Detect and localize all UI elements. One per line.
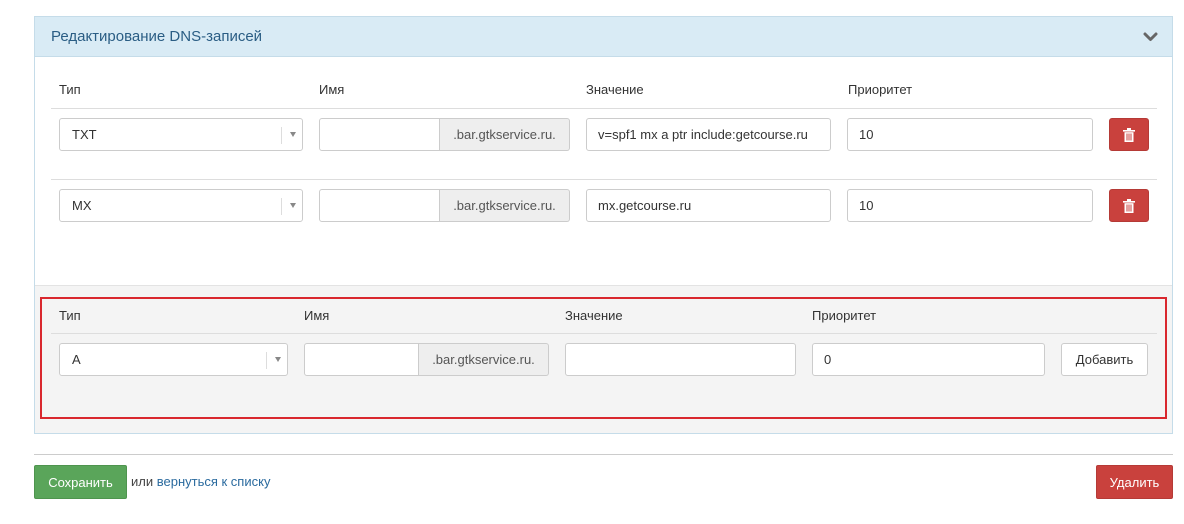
save-button[interactable]: Сохранить bbox=[34, 465, 127, 499]
record-name-input[interactable] bbox=[319, 189, 440, 222]
select-separator bbox=[281, 198, 282, 215]
domain-suffix: .bar.gtkservice.ru. bbox=[440, 189, 570, 222]
domain-suffix: .bar.gtkservice.ru. bbox=[419, 343, 549, 376]
column-header-value: Значение bbox=[565, 308, 623, 323]
record-type-select[interactable]: TXT bbox=[59, 118, 303, 151]
panel-title: Редактирование DNS-записей bbox=[51, 28, 263, 45]
record-type-select[interactable]: MX bbox=[59, 189, 303, 222]
record-priority-input[interactable] bbox=[847, 118, 1093, 151]
select-separator bbox=[281, 127, 282, 144]
column-header-value: Значение bbox=[586, 82, 644, 97]
new-record-type-value: A bbox=[72, 352, 81, 367]
column-header-priority: Приоритет bbox=[848, 82, 913, 97]
divider bbox=[51, 108, 1157, 109]
record-priority-input[interactable] bbox=[847, 189, 1093, 222]
add-record-button[interactable]: Добавить bbox=[1061, 343, 1148, 376]
new-record-priority-input[interactable] bbox=[812, 343, 1045, 376]
record-value-input[interactable] bbox=[586, 118, 831, 151]
dns-records-panel: Редактирование DNS-записей Тип Имя Значе… bbox=[34, 16, 1173, 434]
caret-down-icon bbox=[290, 203, 296, 208]
new-record-type-select[interactable]: A bbox=[59, 343, 288, 376]
column-header-name: Имя bbox=[304, 308, 330, 323]
column-header-name: Имя bbox=[319, 82, 345, 97]
domain-suffix: .bar.gtkservice.ru. bbox=[440, 118, 570, 151]
column-header-priority: Приоритет bbox=[812, 308, 877, 323]
footer-divider bbox=[34, 454, 1173, 455]
or-label: или bbox=[131, 474, 154, 489]
panel-heading[interactable]: Редактирование DNS-записей bbox=[35, 17, 1172, 57]
record-name-input[interactable] bbox=[319, 118, 440, 151]
chevron-down-icon[interactable] bbox=[1142, 31, 1158, 43]
record-type-value: TXT bbox=[72, 127, 97, 142]
column-header-type: Тип bbox=[59, 82, 81, 97]
back-to-list-link[interactable]: вернуться к списку bbox=[157, 474, 271, 489]
caret-down-icon bbox=[275, 357, 281, 362]
delete-button[interactable]: Удалить bbox=[1096, 465, 1173, 499]
trash-icon bbox=[1123, 127, 1135, 142]
record-type-value: MX bbox=[72, 198, 92, 213]
trash-icon bbox=[1123, 198, 1135, 213]
divider bbox=[51, 333, 1157, 334]
column-header-type: Тип bbox=[59, 308, 81, 323]
caret-down-icon bbox=[290, 132, 296, 137]
delete-record-button[interactable] bbox=[1109, 118, 1149, 151]
divider bbox=[51, 179, 1157, 180]
new-record-name-input[interactable] bbox=[304, 343, 419, 376]
new-record-value-input[interactable] bbox=[565, 343, 796, 376]
footer-text: или вернуться к списку bbox=[131, 474, 270, 489]
record-value-input[interactable] bbox=[586, 189, 831, 222]
select-separator bbox=[266, 352, 267, 369]
new-record-row: Тип Имя Значение Приоритет A .bar.gtkser… bbox=[35, 285, 1172, 433]
delete-record-button[interactable] bbox=[1109, 189, 1149, 222]
